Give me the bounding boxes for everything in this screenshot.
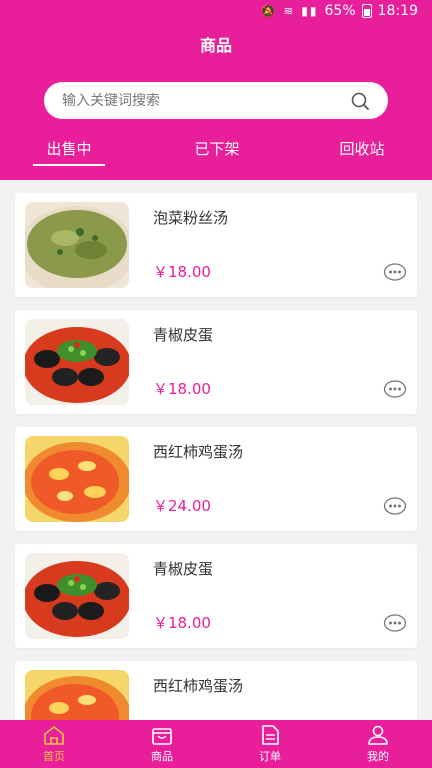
bag-icon <box>152 728 172 745</box>
header: 商品 出售中 已下架 回收站 <box>0 22 432 180</box>
product-image <box>25 553 129 639</box>
product-image <box>25 319 129 405</box>
more-options-icon[interactable] <box>383 614 407 632</box>
document-icon <box>262 725 279 745</box>
product-name: 青椒皮蛋 <box>153 560 214 578</box>
product-price: ￥24.00 <box>153 497 211 515</box>
user-icon <box>368 725 388 745</box>
product-card[interactable]: 青椒皮蛋 ￥18.00 <box>15 544 417 648</box>
product-price: ￥18.00 <box>153 380 211 398</box>
product-image <box>25 202 129 288</box>
product-name: 西红柿鸡蛋汤 <box>153 443 244 461</box>
product-list: 泡菜粉丝汤 ￥18.00 青椒皮蛋 ￥18.00 西红柿鸡蛋汤 ￥24.00 青… <box>15 193 417 768</box>
product-price: ￥18.00 <box>153 614 211 632</box>
page-title: 商品 <box>199 36 232 55</box>
nav-profile-label: 我的 <box>367 750 389 763</box>
tab-off-shelf[interactable]: 已下架 <box>181 134 253 166</box>
nav-profile[interactable]: 我的 <box>324 720 432 768</box>
product-card[interactable]: 青椒皮蛋 ￥18.00 <box>15 310 417 414</box>
clock: 18:19 <box>377 3 418 19</box>
product-image <box>25 436 129 522</box>
nav-products-label: 商品 <box>151 750 173 763</box>
nav-home-label: 首页 <box>43 750 65 763</box>
more-options-icon[interactable] <box>383 380 407 398</box>
battery-text: 65% <box>324 3 356 19</box>
tab-on-sale[interactable]: 出售中 <box>33 134 105 166</box>
status-icons: 🔕 ≋ ▮▮ <box>260 4 319 18</box>
product-price: ￥18.00 <box>153 263 211 281</box>
status-tabs: 出售中 已下架 回收站 <box>0 134 432 174</box>
nav-products[interactable]: 商品 <box>108 720 216 768</box>
search-bar[interactable] <box>44 82 388 119</box>
home-icon <box>44 726 64 745</box>
product-name: 青椒皮蛋 <box>153 326 214 344</box>
search-input[interactable] <box>62 92 332 109</box>
nav-orders[interactable]: 订单 <box>216 720 324 768</box>
product-card[interactable]: 泡菜粉丝汤 ￥18.00 <box>15 193 417 297</box>
nav-orders-label: 订单 <box>259 750 281 763</box>
product-name: 西红柿鸡蛋汤 <box>153 677 244 695</box>
status-bar: 🔕 ≋ ▮▮ 65% 18:19 <box>0 0 432 22</box>
bottom-nav: 首页 商品 订单 我的 <box>0 720 432 768</box>
product-card[interactable]: 西红柿鸡蛋汤 ￥24.00 <box>15 427 417 531</box>
nav-home[interactable]: 首页 <box>0 720 108 768</box>
more-options-icon[interactable] <box>383 497 407 515</box>
search-icon[interactable] <box>350 91 370 111</box>
more-options-icon[interactable] <box>383 263 407 281</box>
product-name: 泡菜粉丝汤 <box>153 209 229 227</box>
battery-icon <box>361 4 372 18</box>
tab-recycle-bin[interactable]: 回收站 <box>326 134 398 166</box>
